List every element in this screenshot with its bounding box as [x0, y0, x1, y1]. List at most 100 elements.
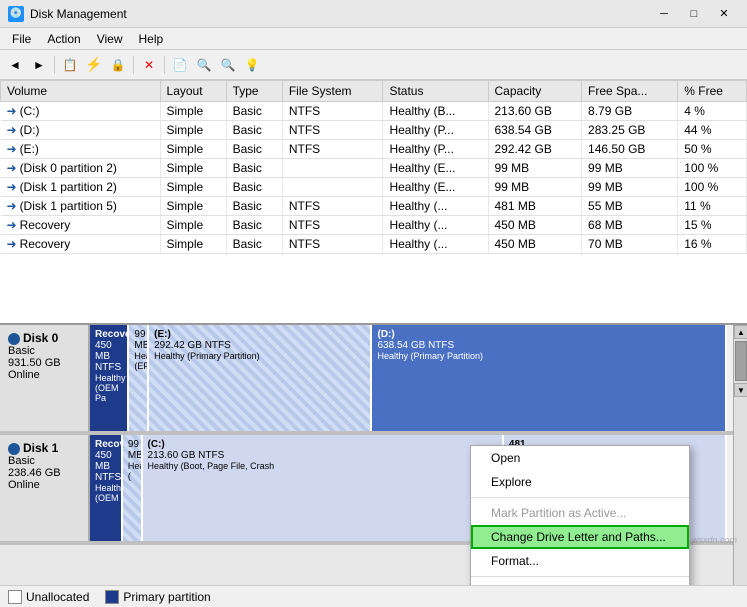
col-type[interactable]: Type	[226, 81, 282, 102]
cell-pct: 16 %	[678, 235, 747, 254]
cell-pct: 100 %	[678, 159, 747, 178]
cell-pct: 11 %	[678, 197, 747, 216]
legend-unallocated: Unallocated	[8, 590, 89, 604]
part-status: Healthy (OEM Pa	[95, 373, 122, 403]
part-status: Healthy (Primary Partition)	[154, 351, 365, 361]
partition-0-2[interactable]: (E:) 292.42 GB NTFS Healthy (Primary Par…	[149, 325, 372, 431]
toolbar: ◄ ► 📋 ⚡ 🔒 ✕ 📄 🔍 🔍 💡	[0, 50, 747, 80]
cell-status: Healthy (B...	[383, 102, 488, 121]
tool-btn-3[interactable]: 🔒	[107, 54, 129, 76]
close-button[interactable]: ✕	[709, 4, 739, 24]
cell-free: 70 MB	[582, 235, 678, 254]
part-status: Healthy (Primary Partition)	[377, 351, 720, 361]
part-status: Healthy (EFI	[134, 351, 142, 371]
part-size: 213.60 GB NTFS	[148, 450, 497, 461]
cell-type: Basic	[226, 159, 282, 178]
part-size: 99 MB	[128, 439, 136, 461]
cell-capacity: 99 MB	[488, 178, 582, 197]
table-row[interactable]: ➜(C:) Simple Basic NTFS Healthy (B... 21…	[1, 102, 747, 121]
cell-volume: ➜Recovery	[1, 216, 161, 235]
partition-0-3[interactable]: (D:) 638.54 GB NTFS Healthy (Primary Par…	[372, 325, 727, 431]
partition-0-0[interactable]: Recovery 450 MB NTFS Healthy (OEM Pa	[90, 325, 129, 431]
table-row[interactable]: ➜(Disk 1 partition 5) Simple Basic NTFS …	[1, 197, 747, 216]
partition-1-0[interactable]: Recovery 450 MB NTFS Healthy (OEM	[90, 435, 123, 541]
context-open[interactable]: Open	[471, 446, 689, 470]
back-button[interactable]: ◄	[4, 54, 26, 76]
table-row[interactable]: ➜(E:) Simple Basic NTFS Healthy (P... 29…	[1, 140, 747, 159]
col-pctfree[interactable]: % Free	[678, 81, 747, 102]
part-name: (D:)	[377, 329, 720, 340]
menu-help[interactable]: Help	[131, 30, 172, 48]
part-size: 638.54 GB NTFS	[377, 340, 720, 351]
cell-capacity: 292.42 GB	[488, 140, 582, 159]
cell-type: Basic	[226, 121, 282, 140]
menu-action[interactable]: Action	[39, 30, 88, 48]
scroll-down-button[interactable]: ▼	[734, 383, 747, 397]
tool-btn-search1[interactable]: 🔍	[193, 54, 215, 76]
col-filesystem[interactable]: File System	[282, 81, 383, 102]
tool-btn-4[interactable]: 📄	[169, 54, 191, 76]
cell-layout: Simple	[160, 102, 226, 121]
cell-pct: 44 %	[678, 121, 747, 140]
table-row[interactable]: ➜Recovery Simple Basic NTFS Healthy (...…	[1, 216, 747, 235]
context-separator-1	[471, 497, 689, 498]
context-extend[interactable]: Extend Volume...	[471, 580, 689, 585]
context-separator-2	[471, 576, 689, 577]
partition-0-1[interactable]: 99 MB Healthy (EFI	[129, 325, 149, 431]
table-row[interactable]: ➜(D:) Simple Basic NTFS Healthy (P... 63…	[1, 121, 747, 140]
cell-volume: ➜Recovery	[1, 235, 161, 254]
cell-volume: ➜(Disk 1 partition 5)	[1, 197, 161, 216]
tool-btn-delete[interactable]: ✕	[138, 54, 160, 76]
part-name: (C:)	[148, 439, 497, 450]
context-mark-active[interactable]: Mark Partition as Active...	[471, 501, 689, 525]
cell-capacity: 99 MB	[488, 159, 582, 178]
tool-btn-search2[interactable]: 🔍	[217, 54, 239, 76]
app-icon: 💿	[8, 6, 24, 22]
maximize-button[interactable]: □	[679, 4, 709, 24]
cell-fs: NTFS	[282, 140, 383, 159]
legend-primary: Primary partition	[105, 590, 210, 604]
lower-scrollbar[interactable]: ▲ ▼	[733, 325, 747, 585]
minimize-button[interactable]: ─	[649, 4, 679, 24]
table-row[interactable]: ➜(Disk 1 partition 2) Simple Basic Healt…	[1, 178, 747, 197]
disk-size: 238.46 GB	[8, 467, 80, 479]
context-format[interactable]: Format...	[471, 549, 689, 573]
forward-button[interactable]: ►	[28, 54, 50, 76]
col-status[interactable]: Status	[383, 81, 488, 102]
part-size: 292.42 GB NTFS	[154, 340, 365, 351]
cell-volume: ➜(D:)	[1, 121, 161, 140]
cell-layout: Simple	[160, 216, 226, 235]
window-title: Disk Management	[30, 7, 127, 21]
menu-file[interactable]: File	[4, 30, 39, 48]
col-freespace[interactable]: Free Spa...	[582, 81, 678, 102]
context-change-letter[interactable]: Change Drive Letter and Paths...	[471, 525, 689, 549]
col-volume[interactable]: Volume	[1, 81, 161, 102]
menu-view[interactable]: View	[89, 30, 131, 48]
scroll-thumb[interactable]	[735, 341, 747, 381]
cell-capacity: 213.60 GB	[488, 102, 582, 121]
cell-fs: NTFS	[282, 235, 383, 254]
table-row[interactable]: ➜Recovery Simple Basic NTFS Healthy (...…	[1, 235, 747, 254]
partition-1-2[interactable]: (C:) 213.60 GB NTFS Healthy (Boot, Page …	[143, 435, 504, 541]
cell-capacity: 481 MB	[488, 197, 582, 216]
part-status: Healthy (OEM	[95, 483, 116, 503]
table-row[interactable]: ➜(Disk 0 partition 2) Simple Basic Healt…	[1, 159, 747, 178]
legend-primary-label: Primary partition	[123, 590, 210, 604]
cell-free: 68 MB	[582, 216, 678, 235]
part-status: Healthy (	[128, 461, 136, 481]
window-controls: ─ □ ✕	[649, 4, 739, 24]
disk-name: Disk 1	[8, 441, 80, 455]
menu-bar: File Action View Help	[0, 28, 747, 50]
disk-type: Basic	[8, 455, 80, 467]
tool-btn-1[interactable]: 📋	[59, 54, 81, 76]
col-capacity[interactable]: Capacity	[488, 81, 582, 102]
partition-1-1[interactable]: 99 MB Healthy (	[123, 435, 143, 541]
col-layout[interactable]: Layout	[160, 81, 226, 102]
cell-status: Healthy (E...	[383, 178, 488, 197]
context-explore[interactable]: Explore	[471, 470, 689, 494]
tool-btn-5[interactable]: 💡	[241, 54, 263, 76]
cell-pct: 15 %	[678, 216, 747, 235]
scroll-up-button[interactable]: ▲	[734, 325, 747, 339]
tool-btn-2[interactable]: ⚡	[83, 54, 105, 76]
cell-free: 99 MB	[582, 178, 678, 197]
